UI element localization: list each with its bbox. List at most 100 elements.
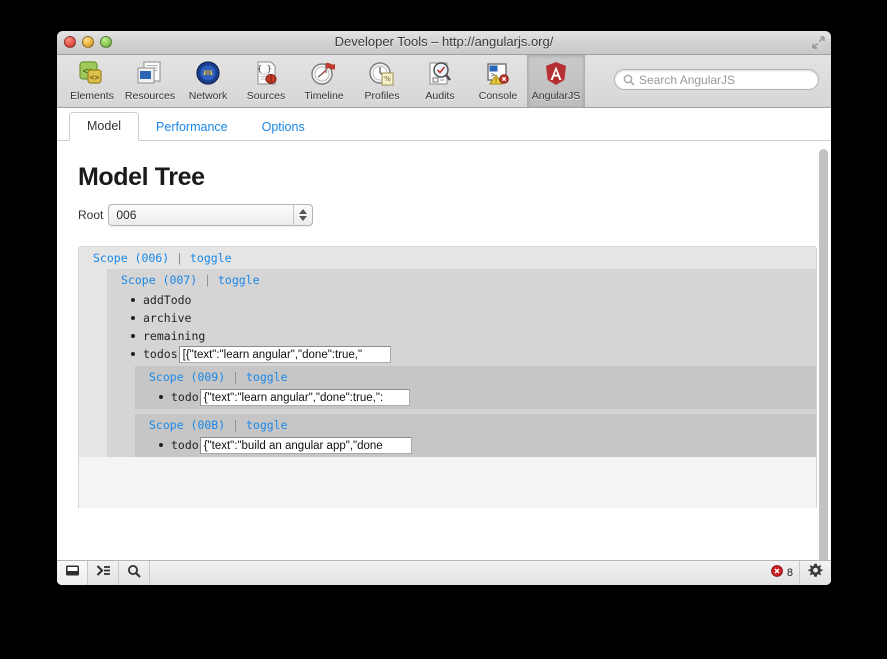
toolbar-item-timeline[interactable]: Timeline — [295, 55, 353, 107]
toolbar-label: Timeline — [304, 90, 344, 102]
scope-label[interactable]: Scope (007) — [121, 273, 197, 287]
stepper-arrows-icon[interactable] — [293, 205, 312, 225]
search-placeholder: Search AngularJS — [639, 72, 736, 87]
panel-tabstrip: Model Performance Options — [57, 108, 831, 141]
window-titlebar: Developer Tools – http://angularjs.org/ — [57, 31, 831, 55]
toolbar-item-elements[interactable]: <> <> Elements — [63, 55, 121, 107]
list-item: archive — [107, 309, 816, 327]
scope-toggle-link[interactable]: toggle — [246, 418, 288, 432]
scope-node-00b: Scope (00B) | toggle todo {"text":"build… — [135, 414, 816, 457]
svg-text:<>: <> — [90, 73, 100, 82]
scrollbar-thumb[interactable] — [819, 149, 828, 560]
svg-text:{ }: { } — [257, 64, 271, 73]
devtools-statusbar: 8 — [57, 560, 831, 585]
scope-separator: | — [204, 273, 212, 287]
error-status-group[interactable]: 8 — [770, 561, 793, 585]
settings-button[interactable] — [799, 561, 831, 585]
toolbar-item-resources[interactable]: Resources — [121, 55, 179, 107]
property-name: todo — [171, 390, 199, 404]
toolbar-label: AngularJS — [531, 90, 581, 102]
angularjs-icon — [538, 58, 574, 90]
scope-toggle-link[interactable]: toggle — [246, 370, 288, 384]
scope-header: Scope (00B) | toggle — [135, 414, 816, 436]
error-icon — [770, 564, 783, 582]
property-name: todos — [143, 347, 178, 361]
toolbar-item-angularjs[interactable]: AngularJS — [527, 55, 585, 107]
error-count: 8 — [786, 567, 793, 579]
list-item: addTodo — [107, 291, 816, 309]
toolbar-item-audits[interactable]: Audits — [411, 55, 469, 107]
scope-toggle-link[interactable]: toggle — [218, 273, 260, 287]
window-title: Developer Tools – http://angularjs.org/ — [334, 34, 554, 49]
scope-header: Scope (009) | toggle — [135, 366, 816, 388]
property-value-input[interactable]: [{"text":"learn angular","done":true," — [178, 345, 391, 363]
toolbar-item-console[interactable]: > ! Console — [469, 55, 527, 107]
root-select-value: 006 — [116, 208, 137, 222]
resources-icon — [132, 58, 168, 90]
scope-property-list: addTodo archive remaining todos [{"text"… — [107, 291, 816, 366]
scope-label[interactable]: Scope (00B) — [149, 418, 225, 432]
dock-panel-icon — [65, 564, 80, 582]
tab-performance[interactable]: Performance — [139, 114, 245, 142]
toolbar-label: Audits — [425, 90, 455, 102]
panel-body: Model Tree Root 006 Scope (006) | toggle — [57, 141, 831, 560]
toolbar-item-profiles[interactable]: % Profiles — [353, 55, 411, 107]
list-item: todo {"text":"learn angular","done":true… — [135, 388, 816, 406]
panel-scrollbar[interactable] — [819, 147, 828, 560]
console-drawer-button[interactable] — [88, 561, 119, 585]
scope-property-list: todo {"text":"learn angular","done":true… — [135, 388, 816, 409]
timeline-icon — [306, 58, 342, 90]
profiles-icon: % — [364, 58, 400, 90]
toolbar-item-network[interactable]: Network — [179, 55, 237, 107]
property-name: archive — [143, 311, 192, 325]
console-icon: > ! — [480, 58, 516, 90]
search-icon — [623, 74, 635, 86]
list-item: todo {"text":"build an angular app","don… — [135, 436, 816, 454]
toolbar-label: Sources — [246, 90, 286, 102]
page-title: Model Tree — [78, 163, 205, 191]
scope-label[interactable]: Scope (006) — [93, 251, 169, 265]
list-item: remaining — [107, 327, 816, 345]
scope-node-007: Scope (007) | toggle addTodo archive rem… — [107, 269, 816, 457]
toolbar-label: Console — [478, 90, 518, 102]
bullet-icon — [131, 316, 135, 320]
toolbar-label: Elements — [70, 90, 114, 102]
developer-tools-window: Developer Tools – http://angularjs.org/ … — [57, 31, 831, 585]
elements-icon: <> <> — [74, 58, 110, 90]
svg-text:!: ! — [495, 77, 498, 85]
property-value-input[interactable]: {"text":"build an angular app","done — [199, 436, 412, 454]
scope-header: Scope (006) | toggle — [79, 247, 816, 269]
svg-text:%: % — [384, 75, 391, 83]
toolbar-item-sources[interactable]: { } Sources — [237, 55, 295, 107]
scope-separator: | — [176, 251, 184, 265]
bullet-icon — [131, 298, 135, 302]
resize-icon[interactable] — [812, 36, 825, 49]
sources-icon: { } — [248, 58, 284, 90]
root-selector-row: Root 006 — [78, 204, 817, 226]
search-input[interactable]: Search AngularJS — [614, 69, 819, 90]
tab-model[interactable]: Model — [69, 111, 140, 141]
scope-node-006: Scope (006) | toggle Scope (007) | toggl… — [79, 247, 816, 457]
scope-separator: | — [232, 418, 240, 432]
bullet-icon — [131, 352, 135, 356]
scope-header: Scope (007) | toggle — [107, 269, 816, 291]
root-select[interactable]: 006 — [108, 204, 314, 226]
console-prompt-icon — [96, 564, 111, 582]
bullet-icon — [131, 334, 135, 338]
scope-label[interactable]: Scope (009) — [149, 370, 225, 384]
root-label: Root — [78, 208, 104, 222]
list-item: todos [{"text":"learn angular","done":tr… — [107, 345, 816, 363]
scope-toggle-link[interactable]: toggle — [190, 251, 232, 265]
property-value-input[interactable]: {"text":"learn angular","done":true,": — [199, 388, 410, 406]
toolbar-label: Network — [188, 90, 228, 102]
dock-panel-button[interactable] — [57, 561, 88, 585]
search-button[interactable] — [119, 561, 150, 585]
scope-separator: | — [232, 370, 240, 384]
search-icon — [127, 564, 141, 583]
property-name: addTodo — [143, 293, 192, 307]
toolbar-label: Profiles — [364, 90, 400, 102]
tab-options[interactable]: Options — [245, 114, 322, 142]
model-tree: Scope (006) | toggle Scope (007) | toggl… — [78, 246, 817, 508]
angularjs-panel: Model Performance Options Model Tree Roo… — [57, 108, 831, 585]
scope-property-list: todo {"text":"build an angular app","don… — [135, 436, 816, 457]
